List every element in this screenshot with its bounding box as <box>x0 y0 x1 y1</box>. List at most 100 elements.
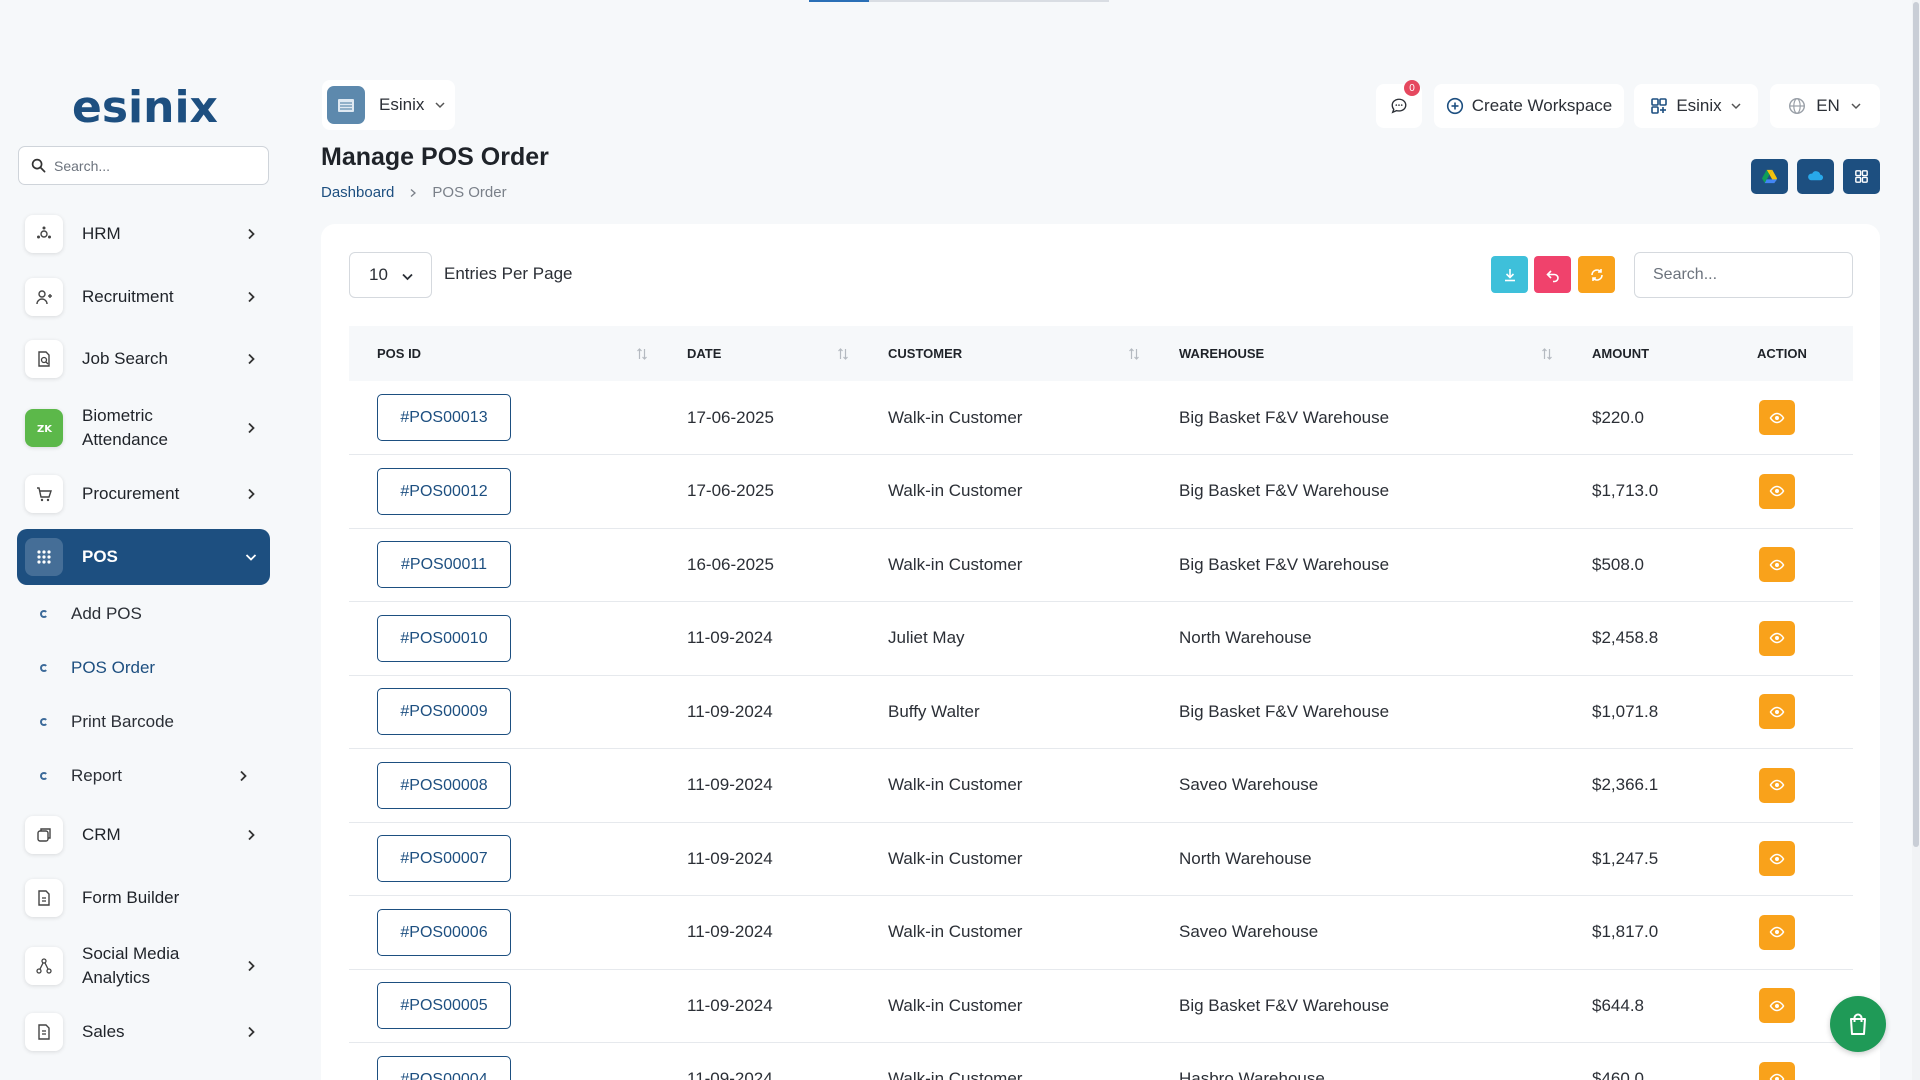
svg-text:ZK: ZK <box>37 424 53 435</box>
table-search-input[interactable] <box>1634 252 1853 298</box>
cell-customer: Walk-in Customer <box>888 407 1023 427</box>
reset-button[interactable] <box>1534 256 1571 293</box>
refresh-button[interactable] <box>1578 256 1615 293</box>
submenu-item-pos-order[interactable]: POS Order <box>40 653 155 683</box>
chevron-right-icon <box>248 829 255 841</box>
chevron-right-icon <box>248 422 255 434</box>
cell-pos-id: #POS00008 <box>349 749 659 823</box>
scrollbar-thumb[interactable] <box>1913 2 1919 847</box>
chevron-down-icon <box>245 554 257 561</box>
table-row: #POS00012 17-06-2025 Walk-in Customer Big B… <box>349 455 1853 529</box>
pos-id-link[interactable]: #POS00012 <box>377 467 511 515</box>
column-header-pos-id[interactable]: POS ID <box>349 326 659 381</box>
cell-customer: Walk-in Customer <box>888 554 1023 574</box>
sidebar-item-procurement[interactable]: Procurement <box>17 466 270 522</box>
cell-amount: $508.0 <box>1592 554 1644 574</box>
sales-icon <box>38 1024 50 1040</box>
table-row: #POS00005 11-09-2024 Walk-in Customer Big B… <box>349 969 1853 1043</box>
table-row: #POS00013 17-06-2025 Walk-in Customer Big B… <box>349 381 1853 455</box>
google-drive-icon <box>1761 169 1778 184</box>
sidebar-search-input[interactable] <box>54 157 244 174</box>
sidebar-item-crm[interactable]: CRM <box>17 807 270 863</box>
submenu-item-print-barcode[interactable]: Print Barcode <box>40 707 174 737</box>
onedrive-button[interactable] <box>1797 159 1834 194</box>
company-switcher[interactable]: Esinix <box>1634 84 1758 128</box>
cell-pos-id: #POS00011 <box>349 528 659 602</box>
column-header-customer[interactable]: CUSTOMER <box>860 326 1151 381</box>
view-order-button[interactable] <box>1759 988 1795 1024</box>
sidebar-item-sales[interactable]: Sales <box>17 1004 270 1060</box>
submenu-item-add-pos[interactable]: Add POS <box>40 599 142 629</box>
vertical-scrollbar[interactable] <box>1912 0 1920 1080</box>
pos-id-link[interactable]: #POS00008 <box>377 761 511 809</box>
pos-id-link[interactable]: #POS00006 <box>377 908 511 956</box>
sidebar-item-form-builder[interactable]: Form Builder <box>17 870 270 926</box>
workspace-name: Esinix <box>379 95 425 114</box>
pos-id-link[interactable]: #POS00007 <box>377 835 511 883</box>
cell-amount: $1,247.5 <box>1592 848 1659 868</box>
view-order-button[interactable] <box>1759 547 1795 583</box>
table-row: #POS00009 11-09-2024 Buffy Walter Big Baske… <box>349 675 1853 749</box>
entries-per-page-value: 10 <box>369 265 388 284</box>
cell-date: 11-09-2024 <box>687 628 773 648</box>
pos-id-link[interactable]: #POS00011 <box>377 541 511 589</box>
workspace-switcher[interactable]: Esinix <box>322 80 455 130</box>
pos-id-link[interactable]: #POS00010 <box>377 614 511 662</box>
sidebar-item-pos[interactable]: POS <box>17 529 270 585</box>
hrm-icon <box>37 226 51 239</box>
table-row: #POS00010 11-09-2024 Juliet May North Wareh… <box>349 602 1853 675</box>
view-order-button[interactable] <box>1759 914 1795 950</box>
entries-per-page-select[interactable]: 10 <box>349 252 432 298</box>
column-header-warehouse[interactable]: WAREHOUSE <box>1151 326 1564 381</box>
cell-action <box>1729 455 1853 529</box>
chevron-right-icon <box>248 353 255 365</box>
eye-icon <box>1769 926 1785 938</box>
pos-cart-button[interactable] <box>1830 996 1886 1052</box>
create-workspace-button[interactable]: Create Workspace <box>1434 84 1624 128</box>
cell-amount: $460.0 <box>1592 1069 1644 1080</box>
pos-id-link[interactable]: #POS00005 <box>377 982 511 1030</box>
sidebar-item-recruitment[interactable]: Recruitment <box>17 269 270 325</box>
view-order-button[interactable] <box>1759 620 1795 656</box>
sidebar-item-biometric-attendance[interactable]: ZK Biometric Attendance <box>17 400 270 456</box>
eye-icon <box>1769 412 1785 423</box>
table-row: #POS00011 16-06-2025 Walk-in Customer Big B… <box>349 528 1853 602</box>
sidebar-item-label: HRM <box>82 224 121 243</box>
export-button[interactable] <box>1491 256 1528 293</box>
sort-icon <box>1129 348 1139 360</box>
cell-warehouse: Saveo Warehouse <box>1179 922 1319 942</box>
language-switcher[interactable]: EN <box>1770 84 1880 128</box>
pos-id-link[interactable]: #POS00009 <box>377 688 511 736</box>
social-media-icon <box>36 958 52 974</box>
sidebar-search <box>18 146 269 185</box>
view-order-button[interactable] <box>1759 473 1795 509</box>
create-workspace-label: Create Workspace <box>1471 96 1613 115</box>
view-order-button[interactable] <box>1759 1061 1795 1080</box>
view-order-button[interactable] <box>1759 841 1795 877</box>
notifications-button[interactable]: 0 <box>1376 80 1422 128</box>
pos-orders-table: POS ID DATE CUSTOMER WAREHOUSE AMOUNT AC… <box>349 326 1853 1080</box>
cell-warehouse: Big Basket F&V Warehouse <box>1179 554 1390 574</box>
view-order-button[interactable] <box>1759 694 1795 730</box>
cell-date: 11-09-2024 <box>687 922 773 942</box>
google-drive-button[interactable] <box>1751 159 1788 194</box>
chevron-down-icon <box>435 102 445 109</box>
pos-id-link[interactable]: #POS00013 <box>377 394 511 441</box>
onedrive-cloud-icon <box>1808 171 1824 181</box>
column-header-date[interactable]: DATE <box>659 326 860 381</box>
breadcrumb-dashboard-link[interactable]: Dashboard <box>321 184 394 201</box>
cell-warehouse: Hasbro Warehouse <box>1179 1069 1325 1080</box>
chevron-down-icon <box>1851 103 1861 110</box>
pos-id-link[interactable]: #POS00004 <box>377 1055 511 1080</box>
sidebar-item-social-media-analytics[interactable]: Social Media Analytics <box>17 938 270 994</box>
sidebar-item-job-search[interactable]: Job Search <box>17 331 270 387</box>
view-order-button[interactable] <box>1759 400 1795 435</box>
submenu-item-label: Print Barcode <box>71 712 174 731</box>
app-logo[interactable]: esinix <box>72 82 218 133</box>
column-header-amount: AMOUNT <box>1592 346 1650 361</box>
sidebar-item-label: CRM <box>82 825 121 844</box>
grid-view-button[interactable] <box>1843 159 1880 194</box>
submenu-item-report[interactable]: Report <box>40 761 260 791</box>
sidebar-item-hrm[interactable]: HRM <box>17 206 270 262</box>
view-order-button[interactable] <box>1759 767 1795 803</box>
